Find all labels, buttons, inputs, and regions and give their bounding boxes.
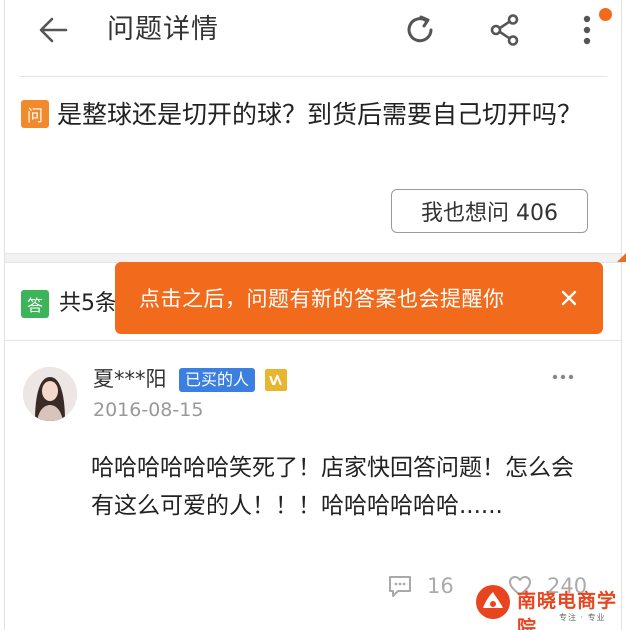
top-bar: 问题详情 [5, 0, 621, 62]
bought-badge: 已买的人 [179, 368, 256, 392]
comments-count: 16 [427, 574, 454, 598]
close-icon [561, 290, 577, 306]
user-name: 夏***阳 [93, 367, 167, 391]
user-photo-icon [23, 367, 77, 421]
answers-count: 共5条 [59, 291, 117, 316]
tooltip-text: 点击之后，问题有新的答案也会提醒你 [139, 287, 505, 311]
app-frame: 问题详情 问 是整球还是切开的球？到货后需要自己切开吗？ 我也想问 406 答 … [4, 0, 626, 630]
comments-button[interactable]: 16 [387, 571, 454, 601]
more-vertical-icon [583, 15, 591, 45]
notification-dot [599, 8, 612, 21]
watermark-subtitle: 专注 · 专业 [559, 613, 606, 622]
member-level-icon: V [265, 369, 287, 391]
question-badge: 问 [21, 100, 49, 128]
refresh-icon [407, 15, 433, 43]
share-button[interactable] [483, 8, 527, 52]
divider [19, 76, 607, 77]
arrow-left-icon [39, 17, 68, 43]
refresh-button[interactable] [398, 8, 442, 52]
tooltip-close-button[interactable] [553, 282, 585, 314]
me-too-ask-button[interactable]: 我也想问 406 [391, 189, 588, 233]
watermark: 南晓电商学院 专注 · 专业 [475, 582, 626, 630]
question-text: 是整球还是切开的球？到货后需要自己切开吗？ [57, 100, 583, 129]
follow-tooltip: 点击之后，问题有新的答案也会提醒你 [115, 250, 626, 334]
more-horizontal-icon [552, 374, 574, 380]
answer-date: 2016-08-15 [93, 399, 204, 421]
answer-badge: 答 [21, 290, 49, 318]
answer-more-button[interactable] [545, 365, 581, 389]
watermark-title: 南晓电商学院 [517, 590, 618, 630]
share-icon [490, 14, 519, 46]
question-card: 问 是整球还是切开的球？到货后需要自己切开吗？ 我也想问 406 [5, 78, 621, 253]
tooltip-arrow [617, 250, 626, 262]
page-title: 问题详情 [107, 14, 219, 45]
back-button[interactable] [31, 10, 75, 50]
answer-text: 哈哈哈哈哈哈笑死了！店家快回答问题！怎么会有这么可爱的人！！！哈哈哈哈哈哈...… [91, 455, 574, 519]
watermark-logo-icon [475, 584, 511, 620]
comment-icon [389, 576, 411, 597]
avatar[interactable] [23, 367, 77, 421]
